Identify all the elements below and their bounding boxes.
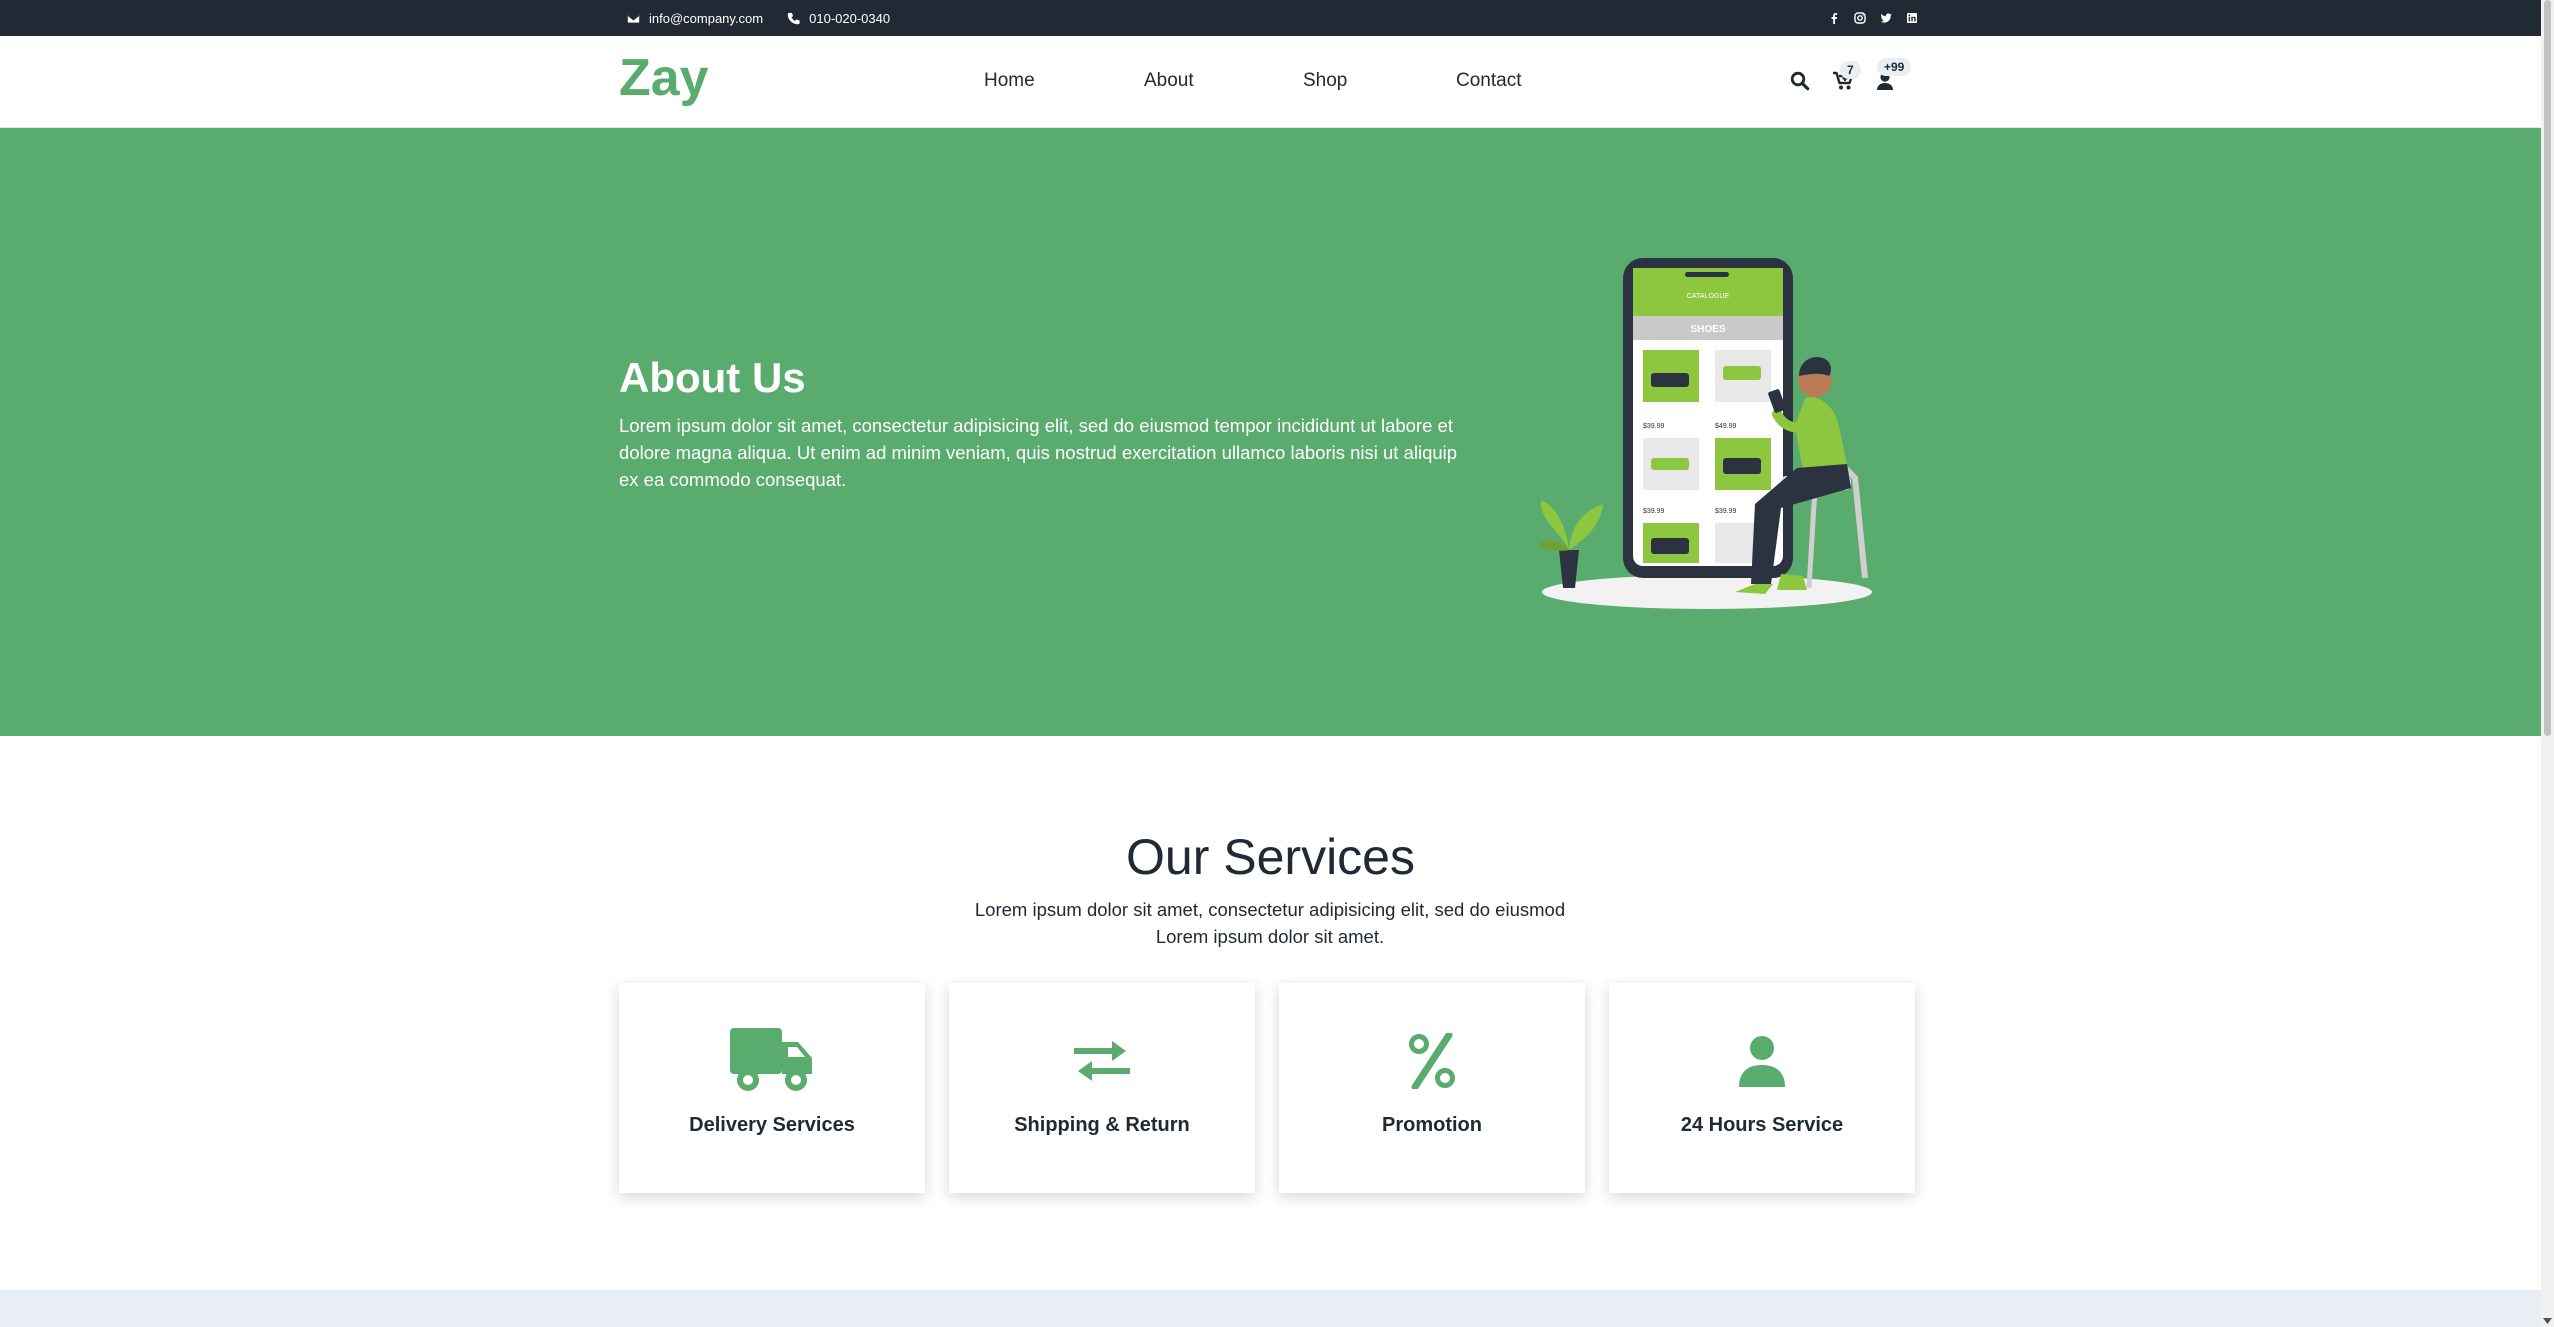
hero-title: About Us <box>619 354 806 401</box>
exchange-icon <box>1074 1041 1130 1081</box>
search-icon[interactable] <box>1787 68 1813 94</box>
service-card-promotion: Promotion <box>1279 983 1585 1193</box>
instagram-icon[interactable] <box>1853 11 1867 25</box>
service-card-delivery: Delivery Services <box>619 983 925 1193</box>
product-price-2: $49.99 <box>1715 423 1737 430</box>
truck-icon <box>730 1028 812 1091</box>
services-description: Lorem ipsum dolor sit amet, consectetur … <box>974 899 1566 947</box>
linkedin-icon[interactable] <box>1905 11 1919 25</box>
scrollbar[interactable] <box>2541 0 2554 1327</box>
hero-section: About Us Lorem ipsum dolor sit amet, con… <box>0 128 2541 736</box>
catalogue-label: CATALOGUE <box>1687 293 1729 300</box>
hero-illustration: CATALOGUE SHOES $39.99 $49.99 $39.99 $39… <box>1537 258 1872 609</box>
navbar: Zay Home About Shop Contact 7 +99 <box>0 36 2541 128</box>
percent-icon <box>1409 1033 1455 1089</box>
service-card-24hours: 24 Hours Service <box>1609 983 1915 1193</box>
scroll-down-arrow-icon[interactable] <box>2543 1316 2552 1325</box>
user-badge: +99 <box>1877 58 1912 76</box>
envelope-icon <box>627 13 640 23</box>
user-icon <box>1739 1036 1785 1087</box>
top-contact: info@company.com 010-020-0340 <box>627 0 904 36</box>
phone-text: 010-020-0340 <box>809 10 891 26</box>
phone-icon <box>787 12 800 24</box>
next-section-strip <box>0 1290 2541 1327</box>
nav-contact[interactable]: Contact <box>1456 70 1521 92</box>
nav-about[interactable]: About <box>1144 70 1194 92</box>
service-card-shipping: Shipping & Return <box>949 983 1255 1193</box>
facebook-icon[interactable] <box>1827 11 1841 25</box>
product-price-4: $39.99 <box>1715 508 1737 515</box>
service-label: Shipping & Return <box>1014 1114 1190 1136</box>
service-label: 24 Hours Service <box>1680 1114 1844 1136</box>
shoes-category-label: SHOES <box>1690 324 1725 335</box>
product-price-3: $39.99 <box>1643 508 1665 515</box>
nav-home[interactable]: Home <box>984 70 1035 92</box>
logo[interactable]: Zay <box>619 48 709 108</box>
email-link[interactable]: info@company.com <box>627 11 763 26</box>
service-label: Delivery Services <box>689 1114 855 1136</box>
social-links <box>1827 0 1919 36</box>
services-title: Our Services <box>1126 829 1415 885</box>
nav-shop[interactable]: Shop <box>1303 70 1347 92</box>
phone-link[interactable]: 010-020-0340 <box>787 11 890 26</box>
hero-text: Lorem ipsum dolor sit amet, consectetur … <box>619 415 1458 490</box>
twitter-icon[interactable] <box>1879 11 1893 25</box>
scrollbar-thumb[interactable] <box>2544 0 2551 736</box>
top-bar: info@company.com 010-020-0340 <box>0 0 2541 36</box>
service-label: Promotion <box>1382 1114 1482 1136</box>
cart-badge: 7 <box>1840 61 1861 79</box>
email-text: info@company.com <box>649 10 764 26</box>
product-price-1: $39.99 <box>1643 423 1665 430</box>
